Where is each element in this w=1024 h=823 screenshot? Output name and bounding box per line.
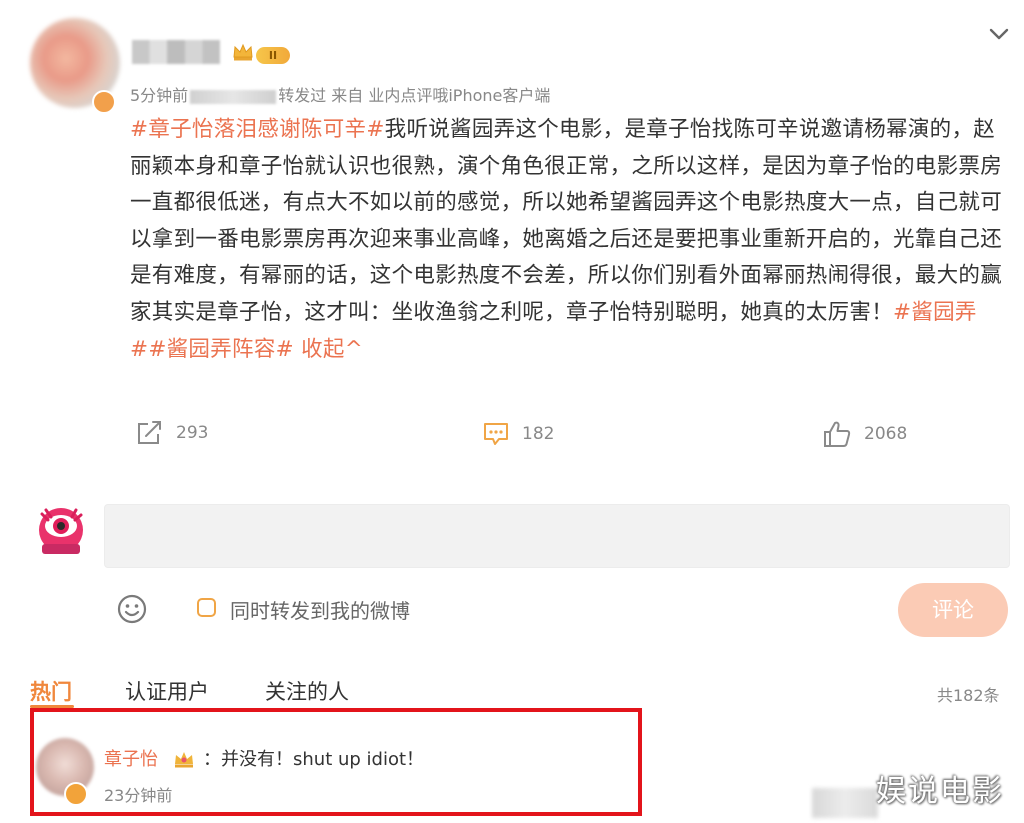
- comment-icon: [484, 423, 508, 445]
- comment-button[interactable]: 182: [482, 420, 554, 448]
- post-body: #章子怡落泪感谢陈可辛#我听说酱园弄这个电影，是章子怡找陈可辛说邀请杨幂演的，赵…: [130, 112, 1010, 368]
- submit-comment-button[interactable]: 评论: [898, 583, 1008, 637]
- tab-hot[interactable]: 热门: [30, 676, 72, 706]
- chevron-down-icon[interactable]: [984, 22, 1014, 46]
- tab-verified-users[interactable]: 认证用户: [125, 676, 209, 706]
- repost-icon: [138, 421, 161, 444]
- watermark: 娱说电影: [876, 774, 1004, 809]
- thumbs-up-icon: [824, 421, 851, 447]
- comment-count: 182: [522, 424, 555, 444]
- watermark-blurred: [812, 788, 878, 818]
- post-time: 5分钟前: [130, 86, 189, 105]
- emoji-icon[interactable]: [116, 593, 148, 625]
- like-count: 2068: [864, 424, 908, 444]
- level-badge: II: [256, 47, 290, 64]
- collapse-link[interactable]: 收起^: [294, 337, 363, 362]
- post-meta: 5分钟前 转发过 来自 业内点评哦iPhone客户端: [130, 82, 550, 106]
- like-button[interactable]: 2068: [822, 420, 907, 448]
- tab-following[interactable]: 关注的人: [265, 676, 349, 706]
- repost-checkbox[interactable]: [197, 598, 216, 617]
- author-name-blurred[interactable]: [132, 40, 220, 64]
- verified-badge-icon: [92, 90, 116, 114]
- user-avatar[interactable]: [36, 504, 86, 558]
- comment-total: 共182条: [937, 686, 1000, 705]
- repost-checkbox-label[interactable]: 同时转发到我的微博: [230, 595, 410, 624]
- highlight-frame: [30, 708, 642, 816]
- hashtag-link[interactable]: #章子怡落泪感谢陈可辛#: [130, 117, 385, 142]
- repost-count: 293: [176, 423, 209, 443]
- post-source: 转发过 来自 业内点评哦iPhone客户端: [278, 86, 551, 105]
- post-text: 我听说酱园弄这个电影，是章子怡找陈可辛说邀请杨幂演的，赵丽颖本身和章子怡就认识也…: [130, 117, 1003, 325]
- comment-input[interactable]: [104, 504, 1010, 568]
- repost-button[interactable]: 293: [136, 420, 208, 446]
- crown-icon: [233, 43, 253, 61]
- meta-blurred: [190, 89, 277, 104]
